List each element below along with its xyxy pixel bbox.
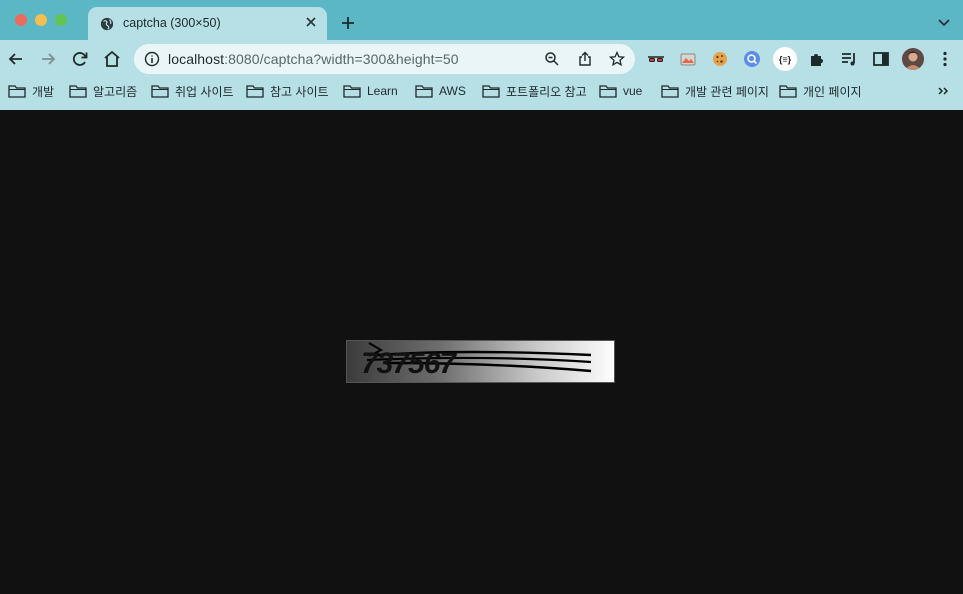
folder-icon [151,85,169,98]
bookmark-item[interactable]: vue [599,82,642,100]
zoom-icon[interactable] [544,51,560,67]
bookmark-item[interactable]: 개인 페이지 [779,82,862,100]
plus-icon[interactable] [340,15,356,31]
forward-arrow-icon[interactable] [38,49,58,69]
incognito-glasses-icon[interactable] [646,49,666,69]
folder-icon [415,85,433,98]
json-braces-icon: {≡} [779,55,792,65]
folder-icon [599,85,617,98]
reading-list-icon[interactable] [839,49,859,69]
chevron-double-right-icon[interactable] [936,84,950,98]
url-text[interactable]: localhost:8080/captcha?width=300&height=… [168,51,459,67]
folder-icon [661,85,679,98]
close-icon[interactable] [304,15,318,29]
tab-strip: captcha (300×50) [0,0,963,40]
puzzle-icon[interactable] [807,49,827,69]
bookmark-item[interactable]: Learn [343,82,398,100]
json-extension-icon[interactable]: {≡} [773,47,797,71]
globe-icon [100,17,114,31]
bookmark-item[interactable]: 알고리즘 [69,82,137,100]
bookmark-label: 개발 관련 페이지 [685,84,769,99]
home-icon[interactable] [102,49,122,69]
folder-icon [69,85,87,98]
bookmark-label: 포트폴리오 참고 [506,84,587,99]
share-icon[interactable] [577,51,593,67]
bookmark-label: 참고 사이트 [270,84,329,99]
star-icon[interactable] [609,51,625,67]
url-path: :8080/captcha?width=300&height=50 [224,51,459,67]
bookmark-label: 취업 사이트 [175,84,234,99]
reload-icon[interactable] [70,49,90,69]
window-minimize-button[interactable] [35,14,47,26]
bookmark-label: vue [623,84,643,98]
captcha-text: 737567 [361,347,457,380]
browser-chrome: captcha (300×50) localhost:8080/captcha?… [0,0,963,110]
bookmark-label: AWS [439,84,466,98]
bookmark-item[interactable]: 포트폴리오 참고 [482,82,587,100]
menu-dots-icon[interactable] [935,49,955,69]
search-lens-icon[interactable] [742,49,762,69]
folder-icon [343,85,361,98]
bookmarks-bar: 개발 알고리즘 취업 사이트 참고 사이트 Learn AWS 포트폴리오 참고 vue 개발 … [0,80,963,102]
bookmark-label: Learn [367,84,398,98]
folder-icon [246,85,264,98]
window-close-button[interactable] [15,14,27,26]
side-panel-icon[interactable] [871,49,891,69]
url-host: localhost [168,51,225,67]
address-bar[interactable]: localhost:8080/captcha?width=300&height=… [134,44,635,74]
captcha-image: 737567 [346,340,615,383]
tab-title: captcha (300×50) [123,16,221,30]
avatar-image [902,48,924,70]
bookmark-item[interactable]: 개발 [8,82,54,100]
bookmark-label: 개발 [32,84,55,99]
svg-text:{≡}: {≡} [779,55,792,65]
folder-icon [482,85,500,98]
bookmark-label: 개인 페이지 [803,84,862,99]
bookmark-item[interactable]: 취업 사이트 [151,82,234,100]
profile-avatar[interactable] [902,48,924,70]
bookmark-item[interactable]: 개발 관련 페이지 [661,82,769,100]
back-arrow-icon[interactable] [6,49,26,69]
window-maximize-button[interactable] [55,14,67,26]
folder-icon [8,85,26,98]
captcha-graphic: 737567 [347,341,614,382]
folder-icon [779,85,797,98]
tab-captcha[interactable]: captcha (300×50) [88,7,327,40]
bookmark-item[interactable]: 참고 사이트 [246,82,329,100]
chevron-down-icon[interactable] [937,17,951,29]
cookie-icon[interactable] [710,49,730,69]
info-icon[interactable] [144,51,160,67]
bookmark-label: 알고리즘 [93,84,138,99]
bookmark-item[interactable]: AWS [415,82,466,100]
image-extension-icon[interactable] [678,49,698,69]
